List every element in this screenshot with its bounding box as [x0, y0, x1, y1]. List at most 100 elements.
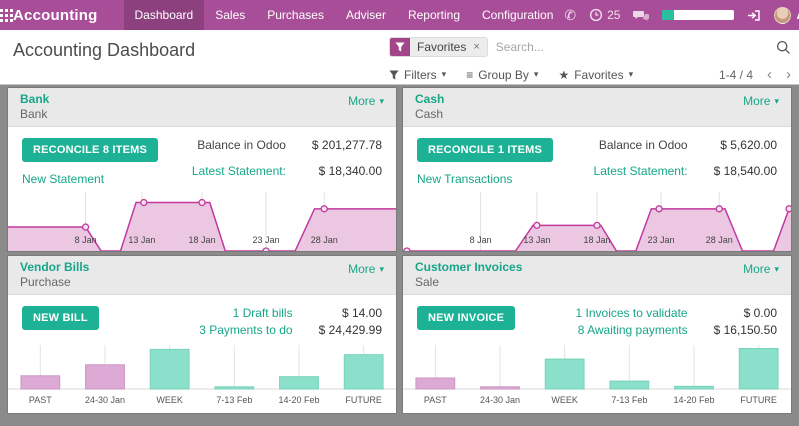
svg-text:18 Jan: 18 Jan [583, 235, 610, 245]
svg-text:13 Jan: 13 Jan [128, 235, 155, 245]
cash-balance-chart[interactable]: 8 Jan13 Jan18 Jan23 Jan28 Jan [403, 186, 791, 251]
user-menu[interactable]: Administrator ▾ [774, 7, 799, 24]
messages-icon[interactable] [633, 9, 649, 22]
card-vendor-bills: Vendor Bills Purchase More▾ NEW BILL 1 D… [8, 256, 396, 413]
stat-amount: $ 18,540.00 [714, 164, 777, 187]
page-title: Accounting Dashboard [13, 40, 195, 61]
app-brand[interactable]: Accounting [13, 7, 98, 24]
activity-count: 25 [607, 8, 620, 22]
filter-icon [389, 70, 399, 80]
top-right-tools: ✆ 25 Administrator ▾ [564, 7, 799, 24]
svg-text:7-13 Feb: 7-13 Feb [611, 395, 647, 405]
stat-label[interactable]: Latest Statement: [594, 164, 688, 187]
pager-prev-icon[interactable]: ‹ [767, 67, 772, 82]
stat-label[interactable]: 8 Awaiting payments [576, 323, 688, 337]
pager: 1-4 / 4 ‹ › [719, 67, 791, 82]
caret-down-icon: ▾ [379, 265, 384, 274]
search-icon[interactable] [776, 40, 791, 55]
card-customer-invoices-header: Customer Invoices Sale More▾ [403, 256, 791, 295]
filter-buttons-row: Filters ▾ ≡ Group By ▾ ★ Favorites ▾ 1-4… [389, 67, 791, 82]
card-title[interactable]: Cash [415, 92, 444, 107]
menu-item-adviser[interactable]: Adviser [335, 0, 397, 30]
pager-next-icon[interactable]: › [786, 67, 791, 82]
svg-text:FUTURE: FUTURE [740, 395, 777, 405]
stat-label[interactable]: Latest Statement: [192, 164, 286, 187]
stat-label: Balance in Odoo [594, 138, 688, 161]
card-title[interactable]: Customer Invoices [415, 260, 522, 275]
new-bill-button[interactable]: NEW BILL [22, 306, 99, 330]
new-statement-link[interactable]: New Statement [22, 172, 158, 186]
stat-amount: $ 24,429.99 [319, 323, 382, 337]
caret-down-icon: ▾ [534, 70, 539, 79]
card-subtitle: Cash [415, 107, 444, 121]
stat-amount: $ 0.00 [714, 306, 777, 320]
card-title[interactable]: Bank [20, 92, 49, 107]
menu-item-purchases[interactable]: Purchases [256, 0, 335, 30]
stat-amount: $ 5,620.00 [714, 138, 777, 161]
planner-progressbar[interactable] [662, 10, 734, 20]
apps-grid-icon[interactable] [0, 0, 13, 30]
planner-progress-fill [662, 10, 674, 20]
facet-label: Favorites [417, 40, 466, 54]
reconcile-button[interactable]: RECONCILE 8 ITEMS [22, 138, 158, 162]
menu-item-dashboard[interactable]: Dashboard [124, 0, 205, 30]
svg-text:23 Jan: 23 Jan [253, 235, 280, 245]
svg-text:8 Jan: 8 Jan [75, 235, 97, 245]
search-input[interactable] [488, 40, 776, 54]
stat-amount: $ 201,277.78 [312, 138, 382, 161]
bank-balance-chart[interactable]: 8 Jan13 Jan18 Jan23 Jan28 Jan [8, 186, 396, 251]
card-subtitle: Bank [20, 107, 49, 121]
card-bank-header: Bank Bank More▾ [8, 88, 396, 127]
caret-down-icon: ▾ [774, 97, 779, 106]
more-dropdown[interactable]: More▾ [348, 92, 384, 108]
svg-text:7-13 Feb: 7-13 Feb [216, 395, 252, 405]
phone-icon[interactable]: ✆ [564, 8, 576, 22]
svg-text:FUTURE: FUTURE [345, 395, 382, 405]
svg-text:23 Jan: 23 Jan [648, 235, 675, 245]
svg-text:PAST: PAST [424, 395, 447, 405]
more-dropdown[interactable]: More▾ [743, 92, 779, 108]
card-vendor-bills-header: Vendor Bills Purchase More▾ [8, 256, 396, 295]
filter-funnel-icon [390, 38, 410, 56]
svg-text:8 Jan: 8 Jan [470, 235, 492, 245]
card-cash: Cash Cash More▾ RECONCILE 1 ITEMS New Tr… [403, 88, 791, 251]
svg-text:28 Jan: 28 Jan [311, 235, 338, 245]
svg-text:14-20 Feb: 14-20 Feb [673, 395, 714, 405]
caret-down-icon: ▾ [442, 70, 447, 79]
card-bank: Bank Bank More▾ RECONCILE 8 ITEMS New St… [8, 88, 396, 251]
card-subtitle: Purchase [20, 275, 89, 289]
new-transactions-link[interactable]: New Transactions [417, 172, 553, 186]
reconcile-button[interactable]: RECONCILE 1 ITEMS [417, 138, 553, 162]
facet-close-icon[interactable]: × [473, 42, 479, 53]
card-stats: Balance in Odoo $ 5,620.00 Latest Statem… [594, 138, 777, 186]
more-dropdown[interactable]: More▾ [743, 260, 779, 276]
activities-indicator[interactable]: 25 [589, 8, 620, 22]
stat-label[interactable]: 3 Payments to do [199, 323, 292, 337]
stat-amount: $ 14.00 [319, 306, 382, 320]
stat-label: Balance in Odoo [192, 138, 286, 161]
svg-text:24-30 Jan: 24-30 Jan [480, 395, 520, 405]
control-panel: Accounting Dashboard Favorites × Filters [0, 30, 799, 85]
new-invoice-button[interactable]: NEW INVOICE [417, 306, 515, 330]
stat-label[interactable]: 1 Draft bills [199, 306, 292, 320]
activities-clock-icon [589, 8, 603, 22]
svg-text:WEEK: WEEK [551, 395, 578, 405]
card-title[interactable]: Vendor Bills [20, 260, 89, 275]
stat-label[interactable]: 1 Invoices to validate [576, 306, 688, 320]
search-facet-favorites: Favorites × [389, 37, 488, 57]
group-by-dropdown[interactable]: ≡ Group By ▾ [466, 68, 538, 82]
favorites-dropdown[interactable]: ★ Favorites ▾ [558, 68, 633, 82]
more-dropdown[interactable]: More▾ [348, 260, 384, 276]
menu-item-sales[interactable]: Sales [204, 0, 256, 30]
search-bar: Favorites × [389, 36, 791, 58]
caret-down-icon: ▾ [774, 265, 779, 274]
sign-in-icon[interactable] [747, 9, 761, 22]
stat-amount: $ 18,340.00 [312, 164, 382, 187]
svg-text:PAST: PAST [29, 395, 52, 405]
filters-dropdown[interactable]: Filters ▾ [389, 68, 446, 82]
menu-item-reporting[interactable]: Reporting [397, 0, 471, 30]
vendor-bills-chart[interactable]: PAST24-30 JanWEEK7-13 Feb14-20 FebFUTURE [8, 337, 396, 413]
top-nav-bar: Accounting Dashboard Sales Purchases Adv… [0, 0, 799, 30]
customer-invoices-chart[interactable]: PAST 24-30 Jan WEEK 7-13 Feb 14-20 Feb FUTURE [403, 337, 791, 413]
menu-item-configuration[interactable]: Configuration [471, 0, 564, 30]
